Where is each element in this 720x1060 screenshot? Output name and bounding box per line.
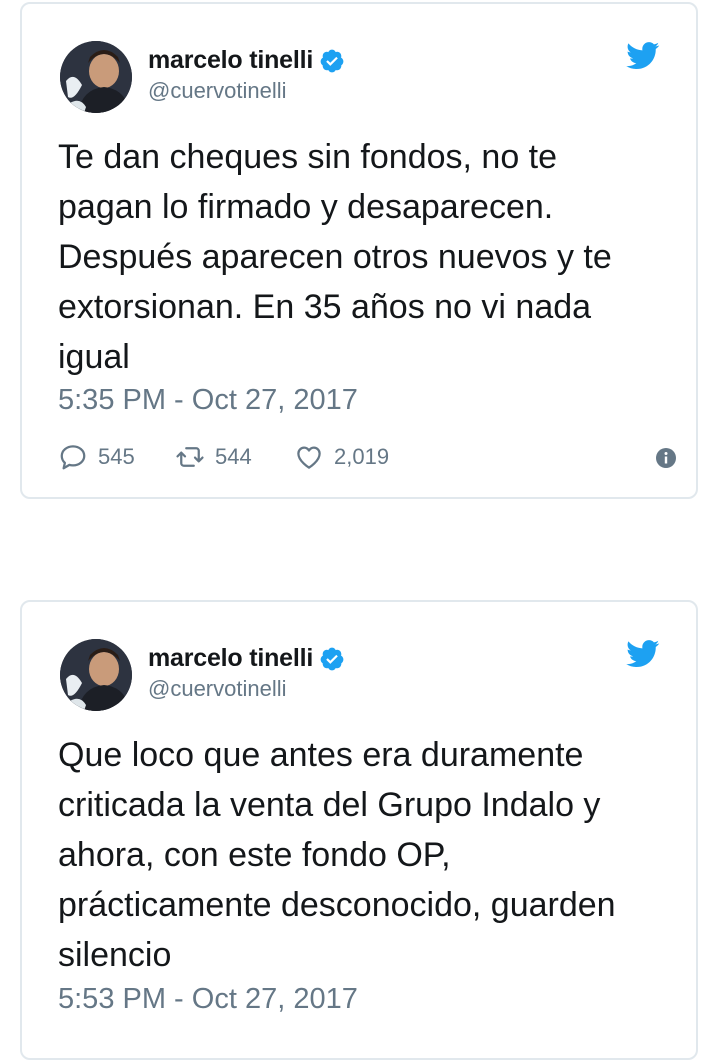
handle[interactable]: @cuervotinelli	[148, 78, 287, 104]
twitter-bird-icon[interactable]	[626, 42, 660, 70]
timestamp[interactable]: 5:35 PM - Oct 27, 2017	[58, 384, 358, 417]
verified-badge-icon	[320, 647, 344, 670]
avatar[interactable]	[60, 41, 132, 113]
avatar[interactable]	[60, 639, 132, 711]
like-count: 2,019	[334, 444, 390, 469]
tweet-card[interactable]: marcelo tinelli @cuervotinelli Te dan ch…	[20, 2, 698, 499]
timestamp[interactable]: 5:53 PM - Oct 27, 2017	[58, 983, 358, 1016]
retweet-count: 544	[215, 444, 252, 469]
tweet-actions: 545 544 2,019	[58, 442, 678, 474]
like-button[interactable]: 2,019	[294, 442, 389, 472]
tweet-card[interactable]: marcelo tinelli @cuervotinelli Que loco …	[20, 600, 698, 1060]
display-name[interactable]: marcelo tinelli	[148, 644, 313, 673]
retweet-icon	[176, 447, 204, 467]
reply-icon	[60, 445, 86, 470]
verified-badge-icon	[320, 49, 344, 72]
twitter-bird-icon[interactable]	[626, 640, 660, 668]
reply-count: 545	[98, 444, 135, 469]
info-icon[interactable]	[654, 446, 678, 470]
retweet-button[interactable]: 544	[175, 442, 252, 472]
tweet-text: Te dan cheques sin fondos, no te pagan l…	[58, 138, 612, 376]
like-icon	[297, 446, 321, 469]
tweet-text: Que loco que antes era duramente critica…	[58, 736, 616, 974]
reply-button[interactable]: 545	[58, 442, 135, 472]
handle[interactable]: @cuervotinelli	[148, 676, 287, 702]
display-name[interactable]: marcelo tinelli	[148, 46, 313, 75]
